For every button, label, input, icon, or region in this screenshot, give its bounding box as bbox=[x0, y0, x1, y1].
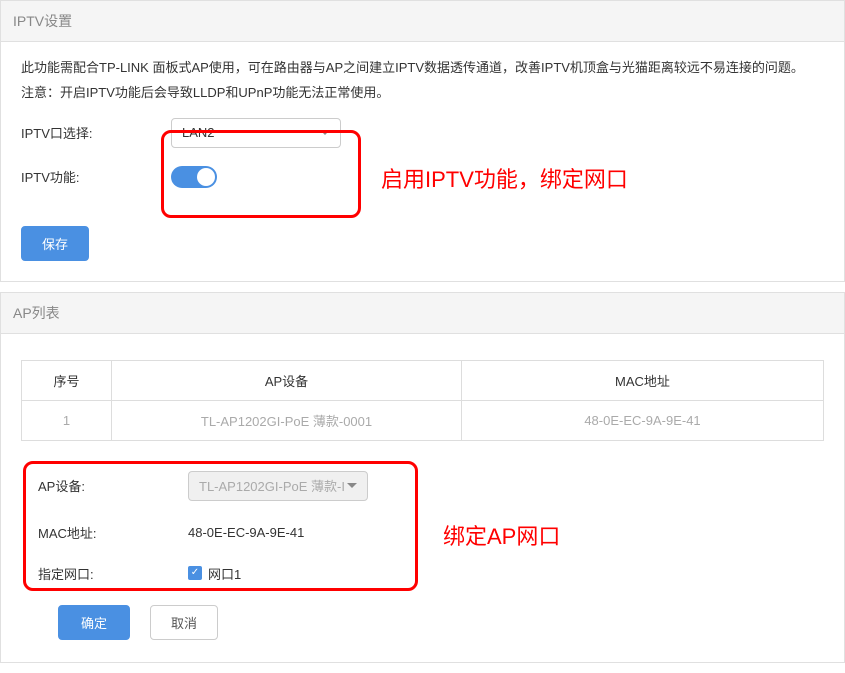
chevron-down-icon bbox=[347, 483, 357, 488]
detail-mac-label: MAC地址: bbox=[38, 523, 188, 542]
detail-mac-value: 48-0E-EC-9A-9E-41 bbox=[188, 525, 304, 540]
ap-list-panel: AP列表 序号 AP设备 MAC地址 1 TL-AP1202GI-PoE 薄款-… bbox=[0, 292, 845, 663]
detail-button-row: 确定 取消 bbox=[3, 605, 844, 640]
detail-device-row: AP设备: TL-AP1202GI-PoE 薄款-I bbox=[3, 471, 844, 501]
ap-table-header-row: 序号 AP设备 MAC地址 bbox=[22, 360, 824, 400]
detail-port-row: 指定网口: ✓ 网口1 bbox=[3, 564, 844, 583]
detail-port-checkbox-wrapper[interactable]: ✓ 网口1 bbox=[188, 564, 241, 583]
detail-device-value: TL-AP1202GI-PoE 薄款-I bbox=[199, 476, 345, 495]
ap-list-header: AP列表 bbox=[1, 293, 844, 334]
ap-detail-panel: 绑定AP网口 AP设备: TL-AP1202GI-PoE 薄款-I MAC地址:… bbox=[3, 471, 844, 640]
detail-device-label: AP设备: bbox=[38, 476, 188, 495]
detail-port-value: 网口1 bbox=[208, 564, 241, 583]
table-row[interactable]: 1 TL-AP1202GI-PoE 薄款-0001 48-0E-EC-9A-9E… bbox=[22, 400, 824, 440]
detail-mac-row: MAC地址: 48-0E-EC-9A-9E-41 bbox=[3, 523, 844, 542]
col-device: AP设备 bbox=[112, 360, 462, 400]
confirm-button[interactable]: 确定 bbox=[58, 605, 130, 640]
iptv-function-toggle[interactable] bbox=[171, 166, 217, 188]
col-mac: MAC地址 bbox=[462, 360, 824, 400]
iptv-port-label: IPTV口选择: bbox=[21, 123, 171, 142]
chevron-down-icon bbox=[320, 130, 330, 135]
save-button[interactable]: 保存 bbox=[21, 226, 89, 261]
iptv-function-label: IPTV功能: bbox=[21, 167, 171, 186]
cell-mac: 48-0E-EC-9A-9E-41 bbox=[462, 400, 824, 440]
checkbox-icon: ✓ bbox=[188, 566, 202, 580]
ap-table: 序号 AP设备 MAC地址 1 TL-AP1202GI-PoE 薄款-0001 … bbox=[21, 360, 824, 441]
iptv-port-select[interactable]: LAN2 bbox=[171, 118, 341, 148]
iptv-panel-body: 此功能需配合TP-LINK 面板式AP使用，可在路由器与AP之间建立IPTV数据… bbox=[1, 42, 844, 281]
cell-index: 1 bbox=[22, 400, 112, 440]
iptv-port-value: LAN2 bbox=[182, 125, 215, 140]
ap-list-body: 序号 AP设备 MAC地址 1 TL-AP1202GI-PoE 薄款-0001 … bbox=[1, 334, 844, 662]
col-index: 序号 bbox=[22, 360, 112, 400]
iptv-port-row: IPTV口选择: LAN2 bbox=[21, 118, 824, 148]
cell-device: TL-AP1202GI-PoE 薄款-0001 bbox=[112, 400, 462, 440]
cancel-button[interactable]: 取消 bbox=[150, 605, 218, 640]
detail-device-select: TL-AP1202GI-PoE 薄款-I bbox=[188, 471, 368, 501]
iptv-panel: IPTV设置 此功能需配合TP-LINK 面板式AP使用，可在路由器与AP之间建… bbox=[0, 0, 845, 282]
iptv-note: 注意：开启IPTV功能后会导致LLDP和UPnP功能无法正常使用。 bbox=[21, 83, 824, 104]
detail-port-label: 指定网口: bbox=[38, 564, 188, 583]
iptv-function-row: IPTV功能: bbox=[21, 166, 824, 188]
toggle-knob bbox=[197, 168, 215, 186]
iptv-panel-header: IPTV设置 bbox=[1, 1, 844, 42]
iptv-description: 此功能需配合TP-LINK 面板式AP使用，可在路由器与AP之间建立IPTV数据… bbox=[21, 58, 824, 79]
